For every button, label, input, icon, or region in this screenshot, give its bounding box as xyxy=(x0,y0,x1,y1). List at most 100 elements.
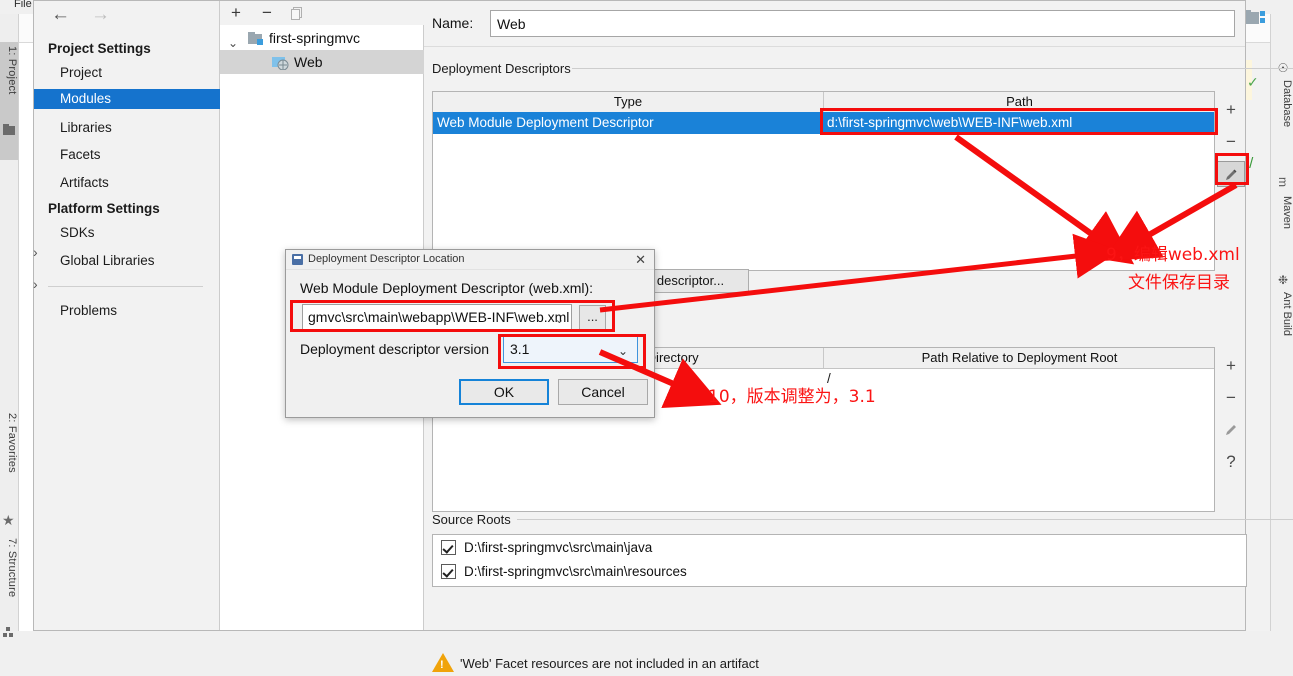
structure-icon xyxy=(3,627,13,637)
add-descriptor-button[interactable]: + xyxy=(1217,97,1245,123)
add-module-button[interactable]: + xyxy=(231,4,241,22)
rail-label-project: 1: Project xyxy=(6,46,18,95)
remove-module-button[interactable]: − xyxy=(262,4,272,22)
tree-node-label: Web xyxy=(294,54,323,70)
column-header-path[interactable]: Path xyxy=(824,92,1215,112)
sidebar-item-modules[interactable]: Modules xyxy=(34,89,220,109)
version-label: Deployment descriptor version xyxy=(300,341,490,357)
menu-item-file[interactable]: File xyxy=(14,0,32,10)
list-item[interactable]: D:\first-springmvc\src\main\java xyxy=(433,536,1246,560)
source-root-checkbox[interactable] xyxy=(441,564,456,579)
module-folder-icon xyxy=(248,32,263,45)
column-header-path-relative[interactable]: Path Relative to Deployment Root xyxy=(824,348,1215,368)
cell-path: d:\first-springmvc\web\WEB-INF\web.xml xyxy=(827,115,1073,130)
chevron-down-icon[interactable]: ⌄ xyxy=(618,344,628,358)
modules-tree-toolbar: + − xyxy=(220,1,424,25)
sidebar-item-maven-tool-window[interactable]: m Maven xyxy=(1271,174,1293,266)
ant-icon: ❉ xyxy=(1276,273,1290,287)
sidebar-item-artifacts[interactable]: Artifacts xyxy=(60,173,109,193)
chevron-right-icon[interactable]: › xyxy=(33,276,38,292)
cancel-button[interactable]: Cancel xyxy=(558,379,648,405)
cell-relative-path: / xyxy=(827,371,831,386)
pencil-icon xyxy=(1226,425,1236,435)
maven-icon: m xyxy=(1276,177,1290,187)
rail-label-database: Database xyxy=(1281,80,1293,128)
version-combobox[interactable]: 3.1 ⌄ xyxy=(503,336,638,363)
editor-comment-text: // xyxy=(1245,155,1254,172)
arrow-right-icon[interactable]: → xyxy=(91,4,110,26)
descriptor-path-label: Web Module Deployment Descriptor (web.xm… xyxy=(300,280,594,296)
source-roots-list: D:\first-springmvc\src\main\java D:\firs… xyxy=(432,534,1247,587)
nav-group-project-settings: Project Settings xyxy=(48,41,151,56)
nav-divider xyxy=(48,286,203,287)
rail-label-structure: 7: Structure xyxy=(6,538,18,598)
add-resource-button[interactable]: + xyxy=(1217,353,1245,379)
version-value: 3.1 xyxy=(510,341,530,357)
warning-message: 'Web' Facet resources are not included i… xyxy=(460,656,759,671)
chevron-right-icon[interactable]: › xyxy=(33,244,38,260)
help-resource-button[interactable]: ? xyxy=(1217,449,1245,475)
descriptor-path-value: gmvc\src\main\webapp\WEB-INF\web.xml xyxy=(308,309,570,325)
inspection-ok-icon: ✓ xyxy=(1247,74,1259,90)
list-item[interactable]: D:\first-springmvc\src\main\resources xyxy=(433,560,1246,584)
ok-button[interactable]: OK xyxy=(459,379,549,405)
warning-triangle-icon xyxy=(432,653,454,672)
deployment-descriptor-location-dialog: Deployment Descriptor Location ✕ Web Mod… xyxy=(285,249,655,418)
left-tool-rail: 1: Project 2: Favorites ★ 7: Structure xyxy=(0,14,19,637)
table-header-row: Type Path xyxy=(433,92,1214,113)
tree-node-first-springmvc[interactable]: ⌄ first-springmvc xyxy=(220,26,424,50)
sidebar-item-project-tool-window[interactable]: 1: Project xyxy=(0,42,18,160)
close-icon[interactable]: ✕ xyxy=(635,252,646,268)
table-row[interactable]: Web Module Deployment Descriptor d:\firs… xyxy=(433,112,1214,134)
section-divider xyxy=(517,519,1293,520)
source-root-checkbox[interactable] xyxy=(441,540,456,555)
name-input[interactable] xyxy=(490,10,1235,37)
pencil-icon xyxy=(1226,169,1237,180)
sidebar-item-problems[interactable]: Problems xyxy=(60,301,117,321)
name-label: Name: xyxy=(432,15,474,31)
sidebar-item-project[interactable]: Project xyxy=(60,63,102,83)
deployment-descriptors-buttons: + − xyxy=(1217,91,1245,211)
folder-icon xyxy=(3,124,15,135)
rail-label-favorites: 2: Favorites xyxy=(6,413,18,473)
sidebar-item-structure-tool-window[interactable]: 7: Structure xyxy=(0,534,18,639)
cell-type: Web Module Deployment Descriptor xyxy=(437,115,654,130)
sidebar-item-database-tool-window[interactable]: ☉ Database xyxy=(1271,58,1293,170)
remove-descriptor-button[interactable]: − xyxy=(1217,129,1245,155)
nav-group-platform-settings: Platform Settings xyxy=(48,201,160,216)
section-title-source-roots: Source Roots xyxy=(432,512,517,527)
sidebar-item-sdks[interactable]: SDKs xyxy=(60,223,95,243)
dialog-title-bar: Deployment Descriptor Location ✕ xyxy=(286,250,654,270)
descriptor-path-combobox[interactable]: gmvc\src\main\webapp\WEB-INF\web.xml ⌄ xyxy=(302,304,572,331)
rail-label-maven: Maven xyxy=(1281,196,1293,230)
star-icon: ★ xyxy=(2,512,15,528)
web-resource-directories-buttons: + − ? xyxy=(1217,347,1245,507)
sidebar-item-favorites-tool-window[interactable]: 2: Favorites xyxy=(0,409,18,514)
column-header-type[interactable]: Type xyxy=(433,92,823,112)
module-name-row: Name: xyxy=(432,10,1235,38)
edit-descriptor-button[interactable] xyxy=(1217,161,1245,187)
source-root-path: D:\first-springmvc\src\main\resources xyxy=(464,564,687,579)
dialog-title: Deployment Descriptor Location xyxy=(308,253,465,265)
edit-resource-button[interactable] xyxy=(1217,417,1245,443)
section-divider xyxy=(572,68,1293,69)
deployment-descriptors-table: Type Path Web Module Deployment Descript… xyxy=(432,91,1215,271)
sidebar-item-ant-build-tool-window[interactable]: ❉ Ant Build xyxy=(1271,270,1293,370)
browse-button[interactable]: ... xyxy=(579,305,606,330)
tree-node-label: first-springmvc xyxy=(269,30,361,46)
sidebar-item-global-libraries[interactable]: Global Libraries xyxy=(60,251,155,271)
web-facet-icon xyxy=(272,57,289,70)
arrow-left-icon[interactable]: ← xyxy=(51,4,70,26)
source-root-path: D:\first-springmvc\src\main\java xyxy=(464,540,653,555)
idea-window-icon xyxy=(292,254,303,265)
section-title-deployment-descriptors: Deployment Descriptors xyxy=(432,61,577,76)
rail-label-ant-build: Ant Build xyxy=(1281,292,1293,337)
sidebar-item-libraries[interactable]: Libraries xyxy=(60,118,112,138)
chevron-down-icon[interactable]: ⌄ xyxy=(555,313,564,326)
sidebar-item-facets[interactable]: Facets xyxy=(60,145,101,165)
settings-nav-panel: ← → Project Settings Project Modules Lib… xyxy=(33,1,220,630)
copy-module-button[interactable] xyxy=(290,6,305,21)
tree-node-web[interactable]: Web xyxy=(220,50,424,74)
right-tool-rail: ☉ Database m Maven ❉ Ant Build xyxy=(1270,14,1293,631)
remove-resource-button[interactable]: − xyxy=(1217,385,1245,411)
